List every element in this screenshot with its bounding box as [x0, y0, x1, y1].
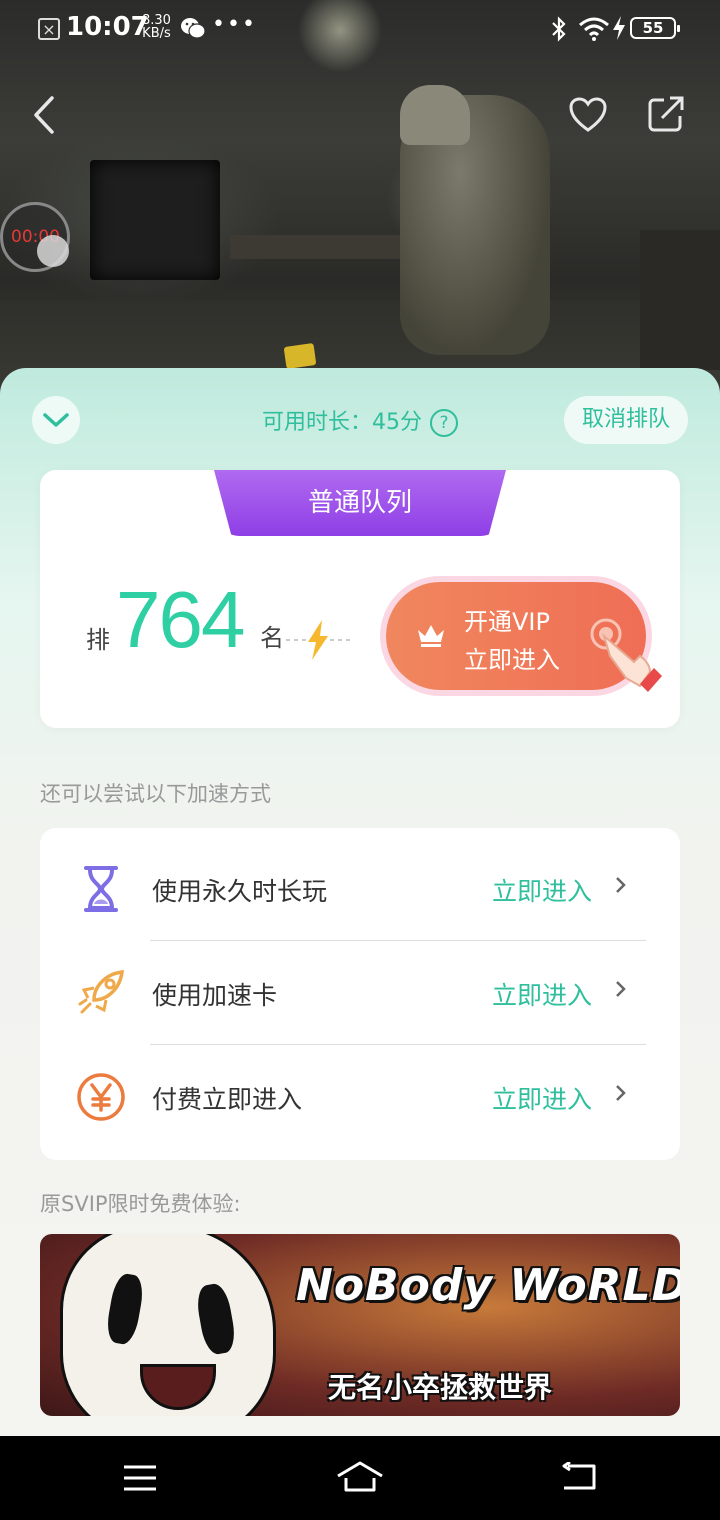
crown-icon [418, 625, 444, 647]
screen: × 10:07 8.30 KB/s ••• 55 00:00 可用时长：45分 … [0, 0, 720, 1520]
available-time-text: 可用时长：45分 [262, 410, 422, 435]
option-action: 立即进入 [492, 981, 593, 1010]
queue-card: 普通队列 排 764 名 开通VIP 立即进入 [40, 470, 680, 728]
rank-prefix: 排 [86, 626, 110, 654]
speedup-hint: 还可以尝试以下加速方式 [40, 782, 271, 806]
charging-icon [613, 16, 625, 40]
lightning-icon [286, 620, 350, 660]
status-bar: × 10:07 8.30 KB/s ••• 55 [0, 0, 720, 60]
share-icon[interactable] [646, 94, 686, 134]
option-action: 立即进入 [492, 1085, 593, 1114]
help-icon[interactable]: ? [430, 409, 458, 437]
home-icon[interactable] [336, 1460, 384, 1494]
network-speed-unit: KB/s [142, 26, 171, 41]
chevron-right-icon [616, 877, 626, 893]
more-notifications-icon: ••• [212, 12, 257, 37]
network-speed: 8.30 KB/s [142, 14, 171, 40]
option-pay-enter[interactable]: 付费立即进入 立即进入 [40, 1042, 680, 1146]
banner-subtitle: 无名小卒拯救世界 [328, 1371, 553, 1404]
option-speed-card[interactable]: 使用加速卡 立即进入 [40, 938, 680, 1042]
recording-timer[interactable]: 00:00 [0, 202, 70, 272]
back-nav-icon[interactable] [560, 1462, 598, 1492]
option-label: 使用永久时长玩 [152, 877, 328, 906]
promo-title: 原SVIP限时免费体验: [40, 1192, 241, 1216]
option-label: 付费立即进入 [152, 1085, 303, 1114]
timer-knob [37, 235, 69, 267]
game-promo-banner[interactable]: NoBody WoRLD 无名小卒拯救世界 [40, 1234, 680, 1416]
option-action: 立即进入 [492, 877, 593, 906]
wechat-icon [181, 18, 206, 39]
bluetooth-icon [552, 16, 566, 42]
hourglass-icon [84, 866, 118, 912]
game-preview-image [0, 0, 720, 400]
queue-sheet: 可用时长：45分? 取消排队 普通队列 排 764 名 开通VIP 立即进入 还… [0, 368, 720, 1440]
status-time: 10:07 [66, 12, 149, 42]
banner-logo: NoBody WoRLD [296, 1260, 680, 1311]
speedup-options: 使用永久时长玩 立即进入 使用加速卡 立即进入 付费立即进入 立即进入 [40, 828, 680, 1160]
yen-icon [77, 1073, 125, 1121]
vip-button-label: 开通VIP [464, 608, 550, 636]
open-vip-button[interactable]: 开通VIP 立即进入 [386, 582, 662, 692]
vip-button-sublabel: 立即进入 [464, 646, 560, 674]
system-nav-bar [0, 1436, 720, 1520]
chevron-right-icon [616, 981, 626, 997]
notification-icon: × [38, 18, 60, 40]
back-icon[interactable] [26, 92, 60, 138]
queue-type-tab: 普通队列 [214, 470, 506, 536]
cancel-queue-button[interactable]: 取消排队 [564, 396, 688, 444]
menu-icon[interactable] [122, 1464, 158, 1492]
rocket-icon [78, 969, 125, 1014]
favorite-heart-icon[interactable] [568, 96, 608, 134]
rank-suffix: 名 [260, 624, 284, 652]
option-permanent-time[interactable]: 使用永久时长玩 立即进入 [40, 834, 680, 938]
chevron-right-icon [616, 1085, 626, 1101]
pointing-hand-icon [590, 618, 662, 692]
battery-icon: 55 [630, 17, 680, 39]
rank-number: 764 [116, 575, 245, 664]
wifi-icon [579, 17, 609, 41]
option-label: 使用加速卡 [152, 981, 278, 1010]
